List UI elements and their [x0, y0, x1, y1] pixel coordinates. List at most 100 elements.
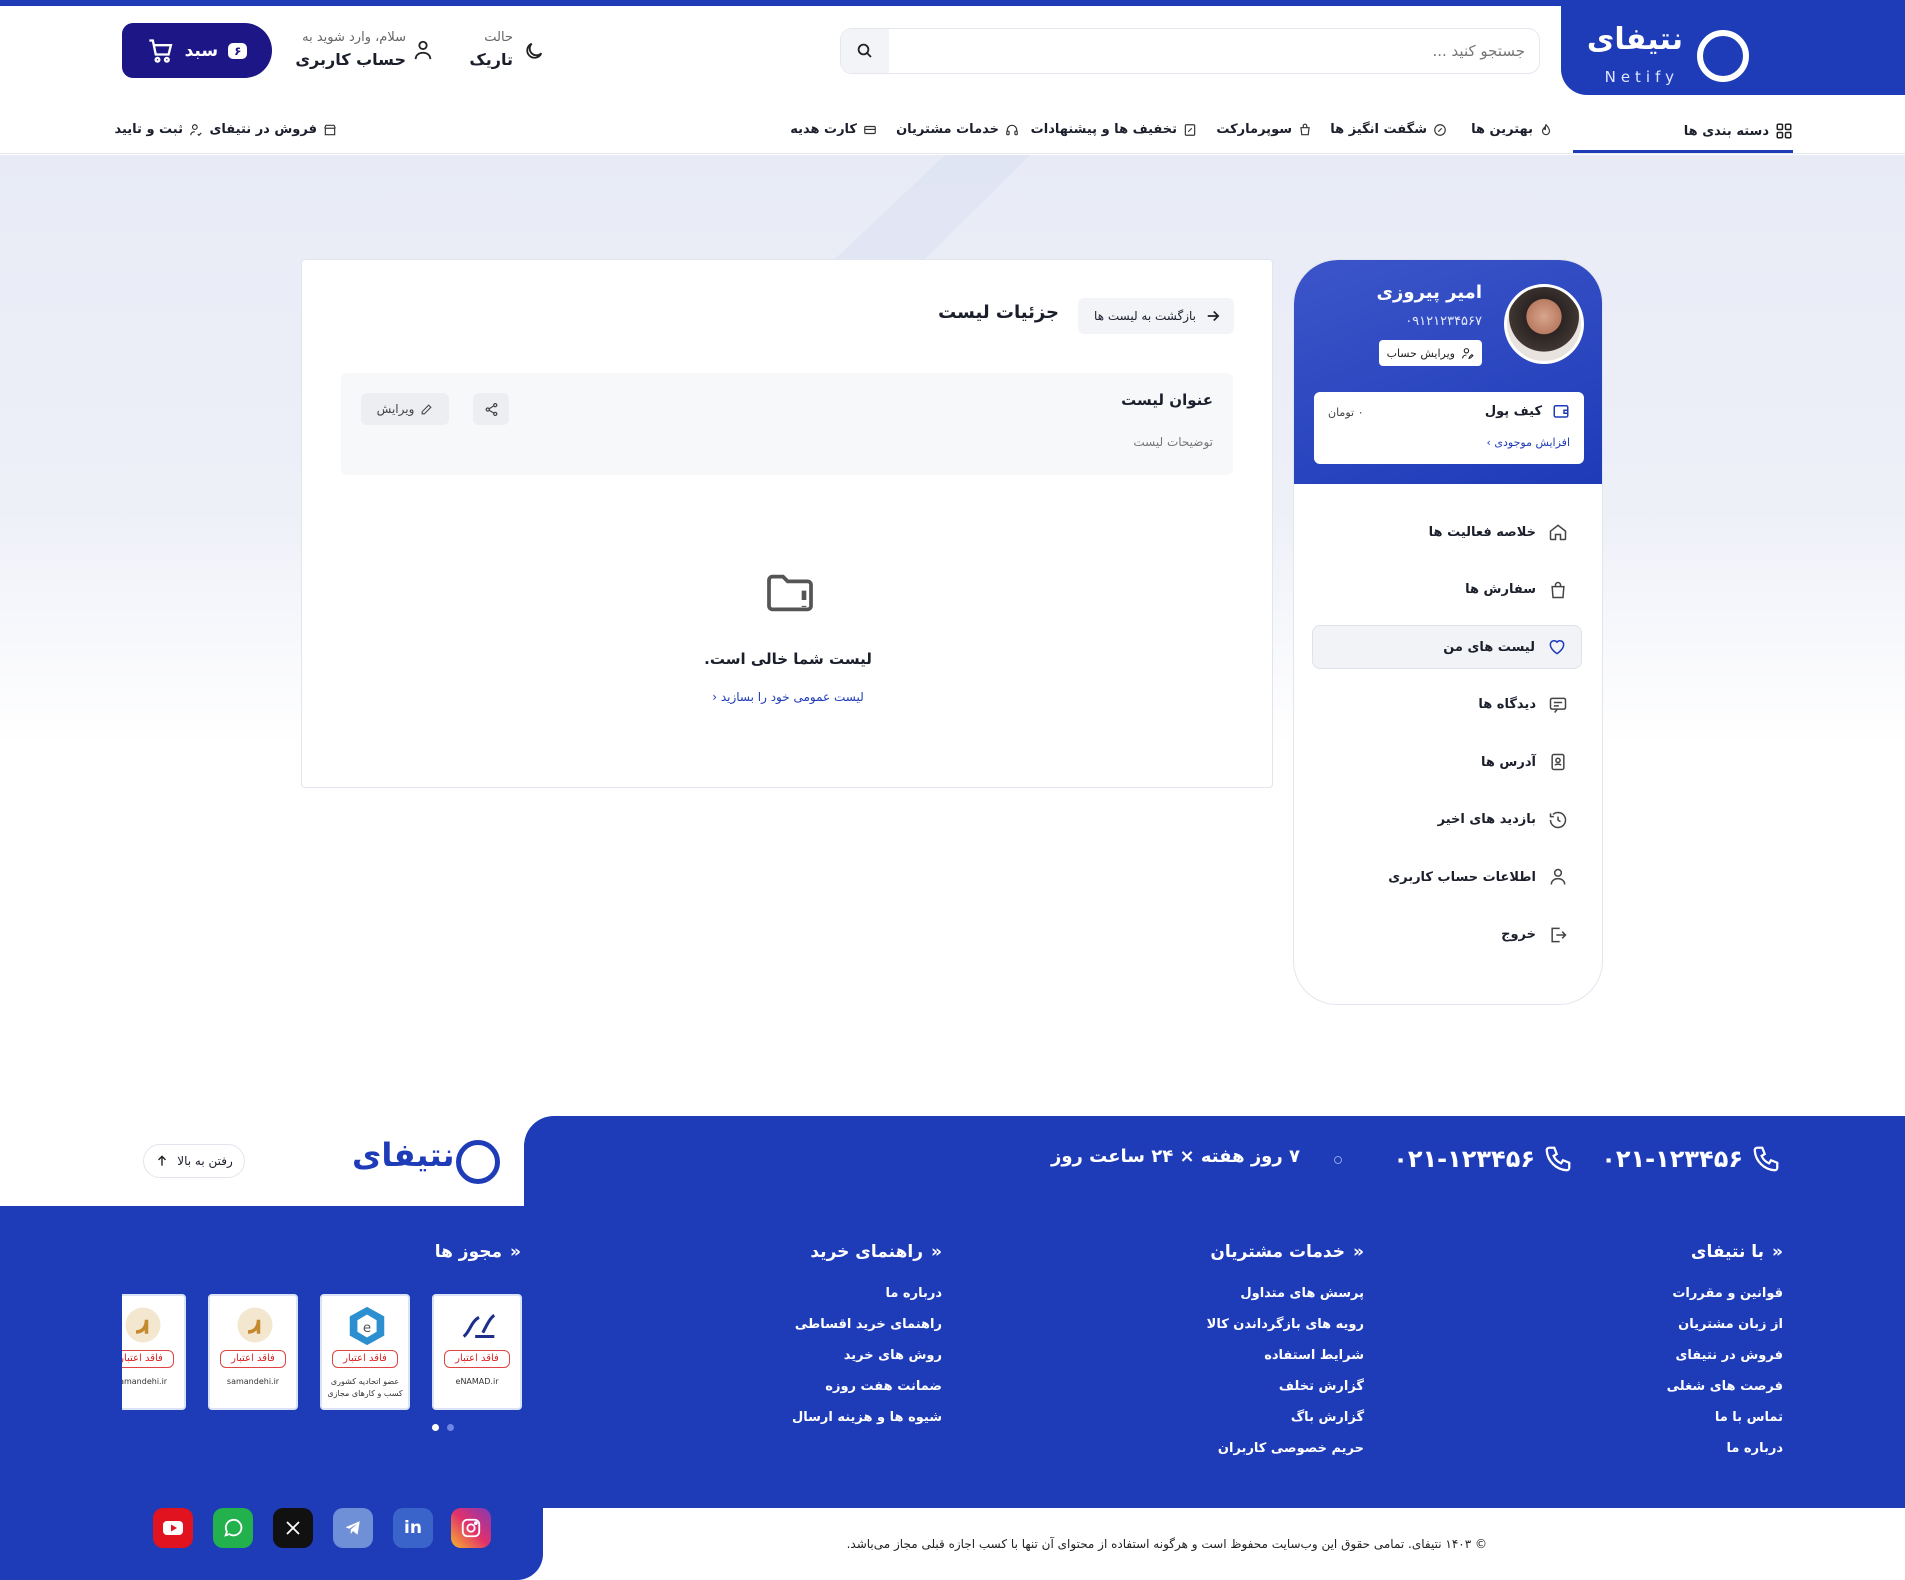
telegram-icon[interactable] — [333, 1508, 373, 1548]
copyright-text: © ۱۴۰۳ نتیفای. تمامی حقوق این وب‌سایت مح… — [846, 1537, 1487, 1551]
footer-link[interactable]: راهنمای خرید اقساطی — [792, 1317, 942, 1332]
footer-link[interactable]: پرسش های متداول — [1207, 1286, 1364, 1301]
license-badge[interactable]: e فاقد اعتبار عضو اتحادیه کشوری کسب و کاره… — [320, 1294, 410, 1410]
back-to-top-button[interactable]: رفتن به بالا — [143, 1144, 245, 1178]
share-button[interactable] — [473, 393, 509, 425]
menu-item-label: لیست های من — [1443, 639, 1535, 655]
youtube-icon[interactable] — [153, 1508, 193, 1548]
linkedin-icon[interactable]: in — [393, 1508, 433, 1548]
edit-account-button[interactable]: ویرایش حساب — [1378, 340, 1482, 366]
phone-2[interactable]: ۰۲۱-۱۲۳۴۵۶ — [1393, 1144, 1573, 1174]
arrow-up-icon — [158, 1155, 167, 1166]
menu-item-address[interactable]: آدرس ها — [1312, 740, 1582, 784]
menu-item-label: خلاصه فعالیت ها — [1428, 524, 1536, 540]
footer-link[interactable]: قوانین و مقررات — [1667, 1286, 1783, 1301]
menu-item-comment[interactable]: دیدگاه ها — [1312, 683, 1582, 727]
license-badge[interactable]: فاقد اعتبار eNAMAD.ir — [432, 1294, 522, 1410]
license-badge[interactable]: فاقد اعتبار samandehi.ir — [208, 1294, 298, 1410]
menu-item-label: آدرس ها — [1481, 754, 1536, 770]
footer-link[interactable]: شیوه ها و هزینه ارسال — [792, 1410, 942, 1425]
badge-subtitle: عضو اتحادیه کشوری کسب و کارهای مجازی — [327, 1377, 403, 1398]
license-badge[interactable]: فاقد اعتبار samandehi.ir — [122, 1294, 186, 1410]
menu-item-home[interactable]: خلاصه فعالیت ها — [1312, 510, 1582, 554]
back-to-lists-button[interactable]: بازگشت به لیست ها — [1078, 298, 1234, 334]
search-input[interactable] — [905, 29, 1525, 73]
history-icon — [1549, 811, 1567, 828]
create-public-list-label: لیست عمومی خود را بسازید — [720, 690, 864, 704]
x-twitter-icon[interactable] — [273, 1508, 313, 1548]
account-login[interactable]: سلام، وارد شوید به حساب کاربری — [295, 28, 440, 74]
account-big-label: حساب کاربری — [295, 50, 406, 69]
wallet-topup-link[interactable]: افزایش موجودی › — [1487, 436, 1571, 449]
logo[interactable]: نتیفای Netify — [1561, 6, 1905, 95]
main-navigation: دسته بندی ها بهترین ها شگفت انگیز ها سوپ… — [0, 96, 1905, 154]
footer-link[interactable]: گزارش تخلف — [1207, 1379, 1364, 1394]
list-title: عنوان لیست — [1121, 391, 1213, 409]
nav-gift[interactable]: کارت هدیه — [790, 122, 877, 137]
nav-register-label: ثبت و تایید — [114, 122, 183, 137]
back-to-top-label: رفتن به بالا — [177, 1154, 233, 1168]
footer-link[interactable]: رویه های بازگرداندن کالا — [1207, 1317, 1364, 1332]
instagram-icon[interactable] — [451, 1508, 491, 1548]
nav-register[interactable]: ثبت و تایید — [114, 122, 203, 137]
phone-1-number: ۰۲۱-۱۲۳۴۵۶ — [1601, 1145, 1743, 1173]
footer-link[interactable]: تماس با ما — [1667, 1410, 1783, 1425]
logo-circle-icon — [1697, 30, 1749, 82]
footer-link[interactable]: درباره ما — [792, 1286, 942, 1301]
menu-item-label: بازدید های اخیر — [1437, 812, 1536, 827]
menu-item-heart[interactable]: لیست های من — [1312, 625, 1582, 669]
menu-item-logout[interactable]: خروج — [1312, 913, 1582, 957]
footer-link[interactable]: شرایط استفاده — [1207, 1348, 1364, 1363]
nav-offers-label: تخفیف ها و پیشنهادات — [1030, 122, 1177, 137]
footer-col2-title: خدمات مشتریان — [1210, 1242, 1346, 1262]
nav-sell[interactable]: فروش در نتیفای — [210, 122, 337, 137]
dark-mode-toggle[interactable]: حالت تاریک — [435, 28, 555, 74]
footer-link[interactable]: روش های خرید — [792, 1348, 942, 1363]
carousel-dot[interactable] — [447, 1424, 454, 1431]
nav-services[interactable]: خدمات مشتریان — [896, 122, 1019, 137]
footer-link[interactable]: از زبان مشتریان — [1667, 1317, 1783, 1332]
list-details-card: جزئیات لیست بازگشت به لیست ها عنوان لیست… — [301, 259, 1273, 788]
wallet-icon — [1553, 405, 1569, 418]
whatsapp-icon[interactable] — [213, 1508, 253, 1548]
theme-big-label: تاریک — [469, 50, 513, 69]
carousel-dot-active[interactable] — [432, 1424, 439, 1431]
folder-empty-icon — [767, 574, 813, 612]
footer-link[interactable]: ضمانت هفت روزه — [792, 1379, 942, 1394]
footer-link[interactable]: حریم خصوصی کاربران — [1207, 1441, 1364, 1456]
footer-col3-title: راهنمای خرید — [810, 1242, 924, 1262]
cart-button[interactable]: ۶ سبد — [122, 23, 272, 78]
footer-link[interactable]: فرصت های شغلی — [1667, 1379, 1783, 1394]
create-public-list-link[interactable]: لیست عمومی خود را بسازید ‹ — [302, 690, 1274, 704]
nav-best[interactable]: بهترین ها — [1471, 122, 1553, 137]
menu-item-label: خروج — [1501, 927, 1536, 942]
user-edit-icon — [1462, 347, 1474, 359]
nav-supermarket[interactable]: سوپرمارکت — [1216, 122, 1312, 137]
footer-link[interactable]: فروش در نتیفای — [1667, 1348, 1783, 1363]
user-icon — [1550, 868, 1566, 885]
footer-link[interactable]: درباره ما — [1667, 1441, 1783, 1456]
logo-text: نتیفای — [1586, 22, 1683, 57]
phone-1[interactable]: ۰۲۱-۱۲۳۴۵۶ — [1601, 1144, 1781, 1174]
nav-amazing[interactable]: شگفت انگیز ها — [1330, 122, 1447, 137]
menu-item-user[interactable]: اطلاعات حساب کاربری — [1312, 855, 1582, 899]
badge-subtitle: samandehi.ir — [226, 1377, 280, 1386]
avatar — [1504, 284, 1584, 364]
menu-item-history[interactable]: بازدید های اخیر — [1312, 798, 1582, 842]
nav-offers[interactable]: تخفیف ها و پیشنهادات — [1031, 122, 1197, 137]
edit-list-button[interactable]: ویرایش — [361, 393, 449, 425]
search-button[interactable] — [841, 29, 889, 73]
bag-icon — [1551, 581, 1565, 598]
chevrons-icon: « — [1353, 1242, 1364, 1262]
license-badges: فاقد اعتبار eNAMAD.ir e فاقد اعتبار عضو اتحا… — [122, 1206, 522, 1456]
account-small-label: سلام، وارد شوید به — [302, 30, 406, 45]
basket-icon — [1300, 123, 1310, 135]
menu-item-bag[interactable]: سفارش ها — [1312, 568, 1582, 612]
menu-item-label: سفارش ها — [1465, 582, 1536, 597]
footer-link[interactable]: گزارش باگ — [1207, 1410, 1364, 1425]
nav-categories[interactable]: دسته بندی ها — [1684, 122, 1793, 140]
footer-logo-text: نتیفای — [352, 1136, 455, 1174]
footer-column-guide: « راهنمای خرید درباره ما راهنمای خرید اقسا… — [792, 1242, 942, 1441]
menu-item-label: اطلاعات حساب کاربری — [1388, 869, 1536, 885]
search-icon — [857, 43, 872, 58]
